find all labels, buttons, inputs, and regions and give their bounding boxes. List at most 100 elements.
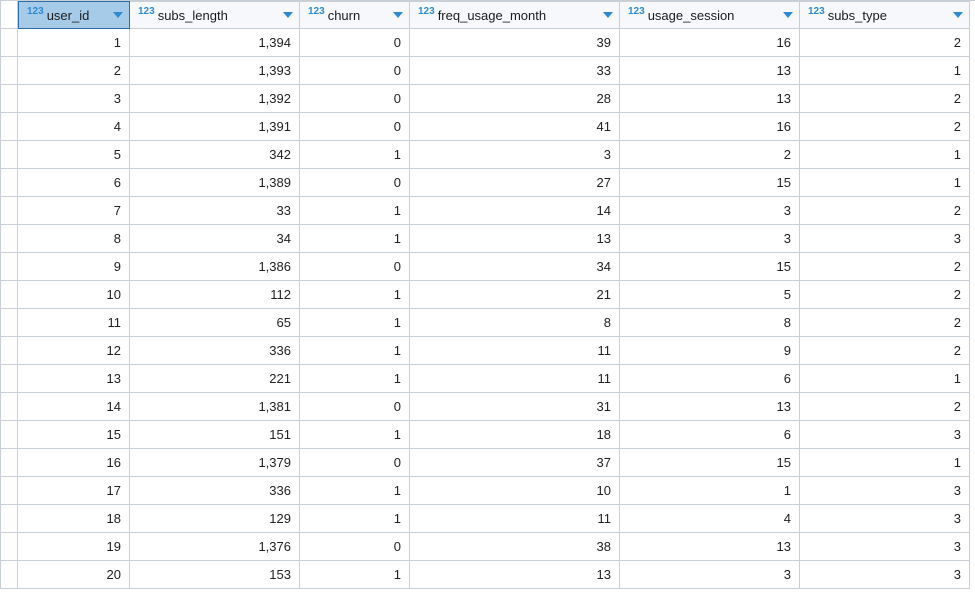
cell-subs_type[interactable]: 2 (800, 393, 970, 421)
cell-subs_length[interactable]: 151 (130, 421, 300, 449)
cell-usage_session[interactable]: 4 (620, 505, 800, 533)
cell-usage_session[interactable]: 13 (620, 533, 800, 561)
cell-subs_type[interactable]: 2 (800, 113, 970, 141)
row-gutter[interactable] (0, 449, 18, 477)
cell-freq_usage_month[interactable]: 8 (410, 309, 620, 337)
cell-subs_type[interactable]: 3 (800, 225, 970, 253)
row-gutter[interactable] (0, 561, 18, 589)
cell-subs_length[interactable]: 112 (130, 281, 300, 309)
cell-user_id[interactable]: 12 (18, 337, 130, 365)
column-header-subs-length[interactable]: 123 subs_length (130, 1, 300, 29)
row-gutter[interactable] (0, 113, 18, 141)
cell-subs_type[interactable]: 2 (800, 29, 970, 57)
data-table[interactable]: 123 user_id 123 subs_length 123 churn 12… (0, 0, 975, 589)
cell-subs_length[interactable]: 1,391 (130, 113, 300, 141)
cell-churn[interactable]: 0 (300, 85, 410, 113)
cell-freq_usage_month[interactable]: 10 (410, 477, 620, 505)
cell-usage_session[interactable]: 15 (620, 449, 800, 477)
cell-user_id[interactable]: 2 (18, 57, 130, 85)
cell-usage_session[interactable]: 13 (620, 85, 800, 113)
row-gutter[interactable] (0, 365, 18, 393)
cell-subs_length[interactable]: 1,386 (130, 253, 300, 281)
cell-freq_usage_month[interactable]: 39 (410, 29, 620, 57)
cell-freq_usage_month[interactable]: 11 (410, 365, 620, 393)
cell-usage_session[interactable]: 13 (620, 57, 800, 85)
cell-subs_type[interactable]: 2 (800, 253, 970, 281)
cell-subs_type[interactable]: 1 (800, 57, 970, 85)
cell-user_id[interactable]: 15 (18, 421, 130, 449)
cell-user_id[interactable]: 8 (18, 225, 130, 253)
row-gutter[interactable] (0, 225, 18, 253)
row-gutter[interactable] (0, 533, 18, 561)
cell-subs_length[interactable]: 1,381 (130, 393, 300, 421)
dropdown-icon[interactable] (283, 12, 293, 18)
cell-user_id[interactable]: 6 (18, 169, 130, 197)
cell-freq_usage_month[interactable]: 38 (410, 533, 620, 561)
row-gutter[interactable] (0, 253, 18, 281)
cell-churn[interactable]: 0 (300, 113, 410, 141)
cell-user_id[interactable]: 1 (18, 29, 130, 57)
cell-subs_length[interactable]: 1,393 (130, 57, 300, 85)
row-gutter[interactable] (0, 393, 18, 421)
cell-usage_session[interactable]: 2 (620, 141, 800, 169)
row-gutter[interactable] (0, 421, 18, 449)
cell-user_id[interactable]: 17 (18, 477, 130, 505)
cell-churn[interactable]: 0 (300, 29, 410, 57)
cell-churn[interactable]: 1 (300, 197, 410, 225)
dropdown-icon[interactable] (783, 12, 793, 18)
cell-subs_type[interactable]: 3 (800, 533, 970, 561)
cell-user_id[interactable]: 3 (18, 85, 130, 113)
cell-subs_length[interactable]: 129 (130, 505, 300, 533)
cell-churn[interactable]: 1 (300, 505, 410, 533)
cell-churn[interactable]: 0 (300, 533, 410, 561)
cell-freq_usage_month[interactable]: 18 (410, 421, 620, 449)
cell-freq_usage_month[interactable]: 37 (410, 449, 620, 477)
cell-freq_usage_month[interactable]: 28 (410, 85, 620, 113)
cell-subs_length[interactable]: 1,389 (130, 169, 300, 197)
cell-usage_session[interactable]: 5 (620, 281, 800, 309)
cell-subs_length[interactable]: 342 (130, 141, 300, 169)
dropdown-icon[interactable] (113, 12, 123, 18)
cell-subs_length[interactable]: 1,376 (130, 533, 300, 561)
cell-subs_length[interactable]: 33 (130, 197, 300, 225)
cell-freq_usage_month[interactable]: 14 (410, 197, 620, 225)
cell-user_id[interactable]: 16 (18, 449, 130, 477)
column-header-usage-session[interactable]: 123 usage_session (620, 1, 800, 29)
cell-subs_type[interactable]: 1 (800, 365, 970, 393)
cell-subs_length[interactable]: 336 (130, 477, 300, 505)
cell-usage_session[interactable]: 13 (620, 393, 800, 421)
cell-churn[interactable]: 0 (300, 253, 410, 281)
cell-freq_usage_month[interactable]: 3 (410, 141, 620, 169)
cell-subs_type[interactable]: 2 (800, 281, 970, 309)
cell-churn[interactable]: 1 (300, 141, 410, 169)
cell-freq_usage_month[interactable]: 31 (410, 393, 620, 421)
cell-subs_type[interactable]: 1 (800, 449, 970, 477)
cell-user_id[interactable]: 9 (18, 253, 130, 281)
cell-churn[interactable]: 1 (300, 309, 410, 337)
cell-user_id[interactable]: 11 (18, 309, 130, 337)
cell-churn[interactable]: 1 (300, 281, 410, 309)
cell-user_id[interactable]: 19 (18, 533, 130, 561)
cell-subs_type[interactable]: 2 (800, 309, 970, 337)
cell-user_id[interactable]: 5 (18, 141, 130, 169)
cell-subs_length[interactable]: 1,392 (130, 85, 300, 113)
cell-freq_usage_month[interactable]: 11 (410, 337, 620, 365)
column-header-subs-type[interactable]: 123 subs_type (800, 1, 970, 29)
cell-subs_length[interactable]: 153 (130, 561, 300, 589)
cell-churn[interactable]: 1 (300, 225, 410, 253)
row-gutter[interactable] (0, 309, 18, 337)
cell-user_id[interactable]: 4 (18, 113, 130, 141)
row-gutter[interactable] (0, 505, 18, 533)
cell-freq_usage_month[interactable]: 33 (410, 57, 620, 85)
row-gutter[interactable] (0, 477, 18, 505)
row-gutter[interactable] (0, 337, 18, 365)
cell-usage_session[interactable]: 9 (620, 337, 800, 365)
cell-usage_session[interactable]: 15 (620, 169, 800, 197)
cell-churn[interactable]: 1 (300, 477, 410, 505)
cell-churn[interactable]: 0 (300, 57, 410, 85)
cell-usage_session[interactable]: 6 (620, 365, 800, 393)
cell-subs_length[interactable]: 1,394 (130, 29, 300, 57)
cell-usage_session[interactable]: 15 (620, 253, 800, 281)
dropdown-icon[interactable] (953, 12, 963, 18)
column-header-freq-usage-month[interactable]: 123 freq_usage_month (410, 1, 620, 29)
